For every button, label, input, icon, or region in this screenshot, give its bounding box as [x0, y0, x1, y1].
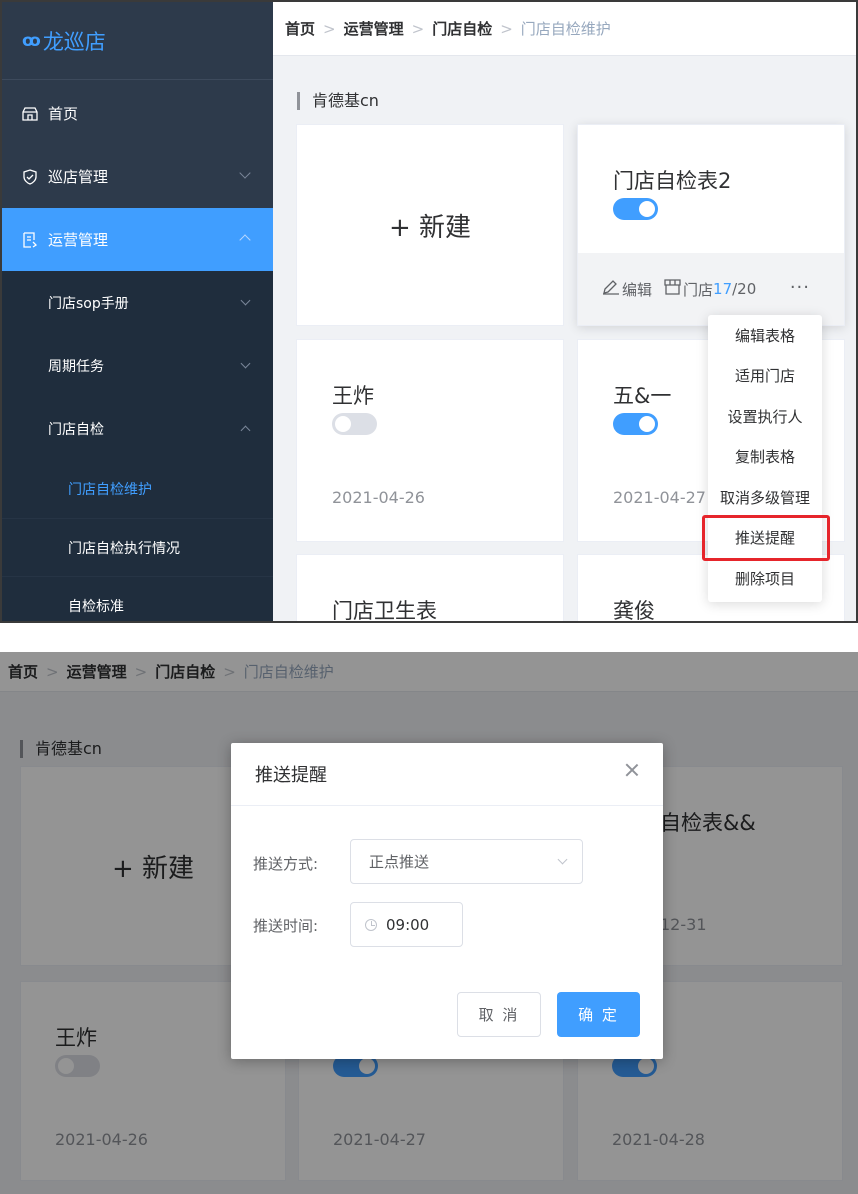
push-time-picker[interactable]: 09:00: [350, 902, 463, 947]
close-icon[interactable]: [625, 763, 639, 777]
chevron-up-icon: [240, 425, 251, 436]
push-method-value: 正点推送: [369, 853, 430, 871]
card-title: 门店卫生表: [332, 599, 437, 623]
store-icon: [22, 106, 38, 122]
form-card[interactable]: 王炸 2021-04-26: [296, 339, 564, 542]
screenshot-menu: ꝏ 龙巡店 首页 巡店管理 运营管理 门店sop手册 周期任务 门店自检 门店自…: [0, 0, 858, 623]
push-time-value: 09:00: [386, 915, 430, 934]
breadcrumb-separator: >: [323, 19, 336, 38]
card-title: 龚俊: [613, 599, 655, 623]
edit-link[interactable]: 编辑: [622, 279, 652, 300]
sidebar-sub-label: 门店sop手册: [48, 295, 129, 312]
card-date: 2021-04-27: [613, 488, 706, 507]
store-count: 17: [713, 280, 733, 298]
sidebar-leaf-label: 门店自检执行情况: [68, 540, 180, 557]
form-card[interactable]: 门店自检表2 编辑 门店 17 /20 ···: [577, 124, 845, 326]
sidebar-sub-label: 周期任务: [48, 358, 104, 375]
sidebar-leaf-maintain[interactable]: 门店自检维护: [2, 460, 273, 518]
chevron-down-icon: [239, 167, 251, 179]
sidebar-item-label: 巡店管理: [48, 168, 109, 186]
sidebar-item-patrol[interactable]: 巡店管理: [2, 145, 273, 208]
dialog-title: 推送提醒: [231, 743, 663, 806]
edit-icon[interactable]: [602, 279, 620, 299]
menu-item-cancel-multilevel[interactable]: 取消多级管理: [708, 477, 822, 518]
breadcrumb-selfcheck[interactable]: 门店自检: [432, 18, 492, 39]
card-date: 2021-04-26: [332, 488, 425, 507]
chevron-down-icon: [557, 854, 568, 865]
chevron-up-icon: [239, 234, 251, 246]
store-label[interactable]: 门店: [683, 279, 713, 300]
sidebar-sub-periodic[interactable]: 周期任务: [2, 334, 273, 397]
time-label: 推送时间:: [253, 917, 319, 935]
card-title: 门店自检表2: [613, 169, 732, 193]
breadcrumb-home[interactable]: 首页: [285, 18, 315, 39]
menu-item-edit-form[interactable]: 编辑表格: [708, 315, 822, 356]
sidebar: ꝏ 龙巡店 首页 巡店管理 运营管理 门店sop手册 周期任务 门店自检 门店自…: [2, 2, 273, 621]
push-reminder-dialog: 推送提醒 推送方式: 正点推送 推送时间: 09:00 取 消 确 定: [231, 743, 663, 1059]
chevron-down-icon: [240, 295, 251, 306]
sidebar-item-operations[interactable]: 运营管理: [2, 208, 273, 271]
logo-text: 龙巡店: [42, 29, 106, 54]
confirm-button[interactable]: 确 定: [557, 992, 640, 1037]
sidebar-sub-sop[interactable]: 门店sop手册: [2, 271, 273, 334]
highlight-box: [702, 515, 830, 561]
enable-toggle[interactable]: [613, 198, 658, 220]
new-form-card[interactable]: + 新建: [296, 124, 564, 326]
sidebar-item-home[interactable]: 首页: [2, 82, 273, 145]
enable-toggle[interactable]: [613, 413, 658, 435]
sidebar-sub-selfcheck[interactable]: 门店自检: [2, 397, 273, 460]
breadcrumb-separator: >: [500, 19, 513, 38]
screenshot-dialog: 首页 > 运营管理 > 门店自检 > 门店自检维护 肯德基cn + 新建 自检表…: [0, 652, 858, 1194]
store-icon: [664, 279, 681, 299]
card-title: 王炸: [332, 384, 374, 408]
breadcrumb-current: 门店自检维护: [520, 20, 611, 38]
menu-item-delete[interactable]: 删除项目: [708, 558, 822, 599]
chevron-down-icon: [240, 358, 251, 369]
breadcrumb-operations[interactable]: 运营管理: [344, 18, 404, 39]
sidebar-leaf-standard[interactable]: 自检标准: [2, 576, 273, 621]
sidebar-leaf-label: 门店自检维护: [68, 482, 152, 498]
sidebar-leaf-label: 自检标准: [68, 598, 124, 615]
group-title: 肯德基cn: [297, 92, 379, 110]
card-title: 五&一: [613, 384, 672, 408]
sidebar-leaf-execution[interactable]: 门店自检执行情况: [2, 518, 273, 576]
app-logo[interactable]: ꝏ 龙巡店: [2, 2, 273, 80]
form-card[interactable]: 门店卫生表: [296, 554, 564, 623]
cancel-button[interactable]: 取 消: [457, 992, 541, 1037]
sidebar-item-label: 首页: [48, 105, 79, 123]
document-icon: [22, 231, 38, 248]
push-method-select[interactable]: 正点推送: [350, 839, 583, 884]
breadcrumb: 首页 > 运营管理 > 门店自检 > 门店自检维护: [273, 2, 856, 56]
more-icon[interactable]: ···: [790, 277, 810, 298]
method-label: 推送方式:: [253, 855, 319, 873]
sidebar-item-label: 运营管理: [48, 231, 109, 249]
shield-icon: [22, 168, 38, 185]
logo-mark-icon: ꝏ: [22, 30, 41, 51]
store-total: /20: [732, 280, 757, 298]
menu-item-copy-form[interactable]: 复制表格: [708, 437, 822, 478]
menu-item-applicable-stores[interactable]: 适用门店: [708, 356, 822, 397]
menu-item-set-executor[interactable]: 设置执行人: [708, 396, 822, 437]
clock-icon: [365, 918, 377, 931]
enable-toggle[interactable]: [332, 413, 377, 435]
breadcrumb-separator: >: [411, 19, 425, 38]
sidebar-sub-label: 门店自检: [48, 421, 104, 438]
